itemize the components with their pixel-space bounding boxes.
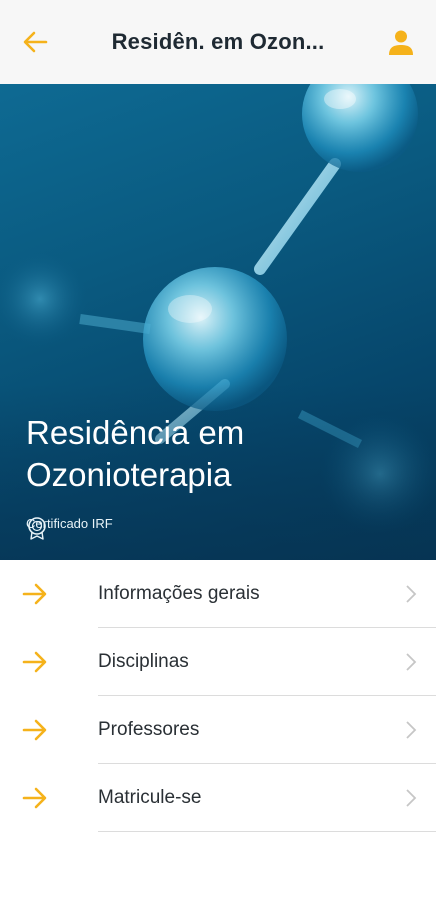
menu-item-professores[interactable]: Professores <box>0 696 436 764</box>
menu-item-label: Matricule-se <box>98 787 202 808</box>
course-menu: Informações gerais Disciplinas Professor… <box>0 560 436 832</box>
certificate-label: Certificado IRF <box>26 516 113 540</box>
menu-item-informacoes-gerais[interactable]: Informações gerais <box>0 560 436 628</box>
divider <box>98 831 436 832</box>
arrow-right-icon <box>22 787 47 809</box>
arrow-right-icon <box>22 719 47 741</box>
menu-item-label: Professores <box>98 719 200 740</box>
chevron-right-icon <box>406 653 417 671</box>
page-title: Residên. em Ozon... <box>111 29 325 54</box>
chevron-right-icon <box>406 585 417 603</box>
menu-item-disciplinas[interactable]: Disciplinas <box>0 628 436 696</box>
arrow-left-icon <box>23 31 48 53</box>
back-button[interactable] <box>0 0 70 84</box>
arrow-right-icon <box>22 651 47 673</box>
chevron-right-icon <box>406 789 417 807</box>
menu-item-label: Informações gerais <box>98 583 260 604</box>
certificate-badge-icon <box>28 517 46 540</box>
menu-item-label: Disciplinas <box>98 651 189 672</box>
app-bar: Residên. em Ozon... <box>0 0 436 84</box>
arrow-right-icon <box>22 583 47 605</box>
profile-button[interactable] <box>366 0 436 84</box>
chevron-right-icon <box>406 721 417 739</box>
course-title: Residência em Ozonioterapia <box>26 414 245 493</box>
menu-item-matricule-se[interactable]: Matricule-se <box>0 764 436 832</box>
person-icon <box>389 30 413 55</box>
hero-banner: Residência em Ozonioterapia Certificado … <box>0 84 436 560</box>
